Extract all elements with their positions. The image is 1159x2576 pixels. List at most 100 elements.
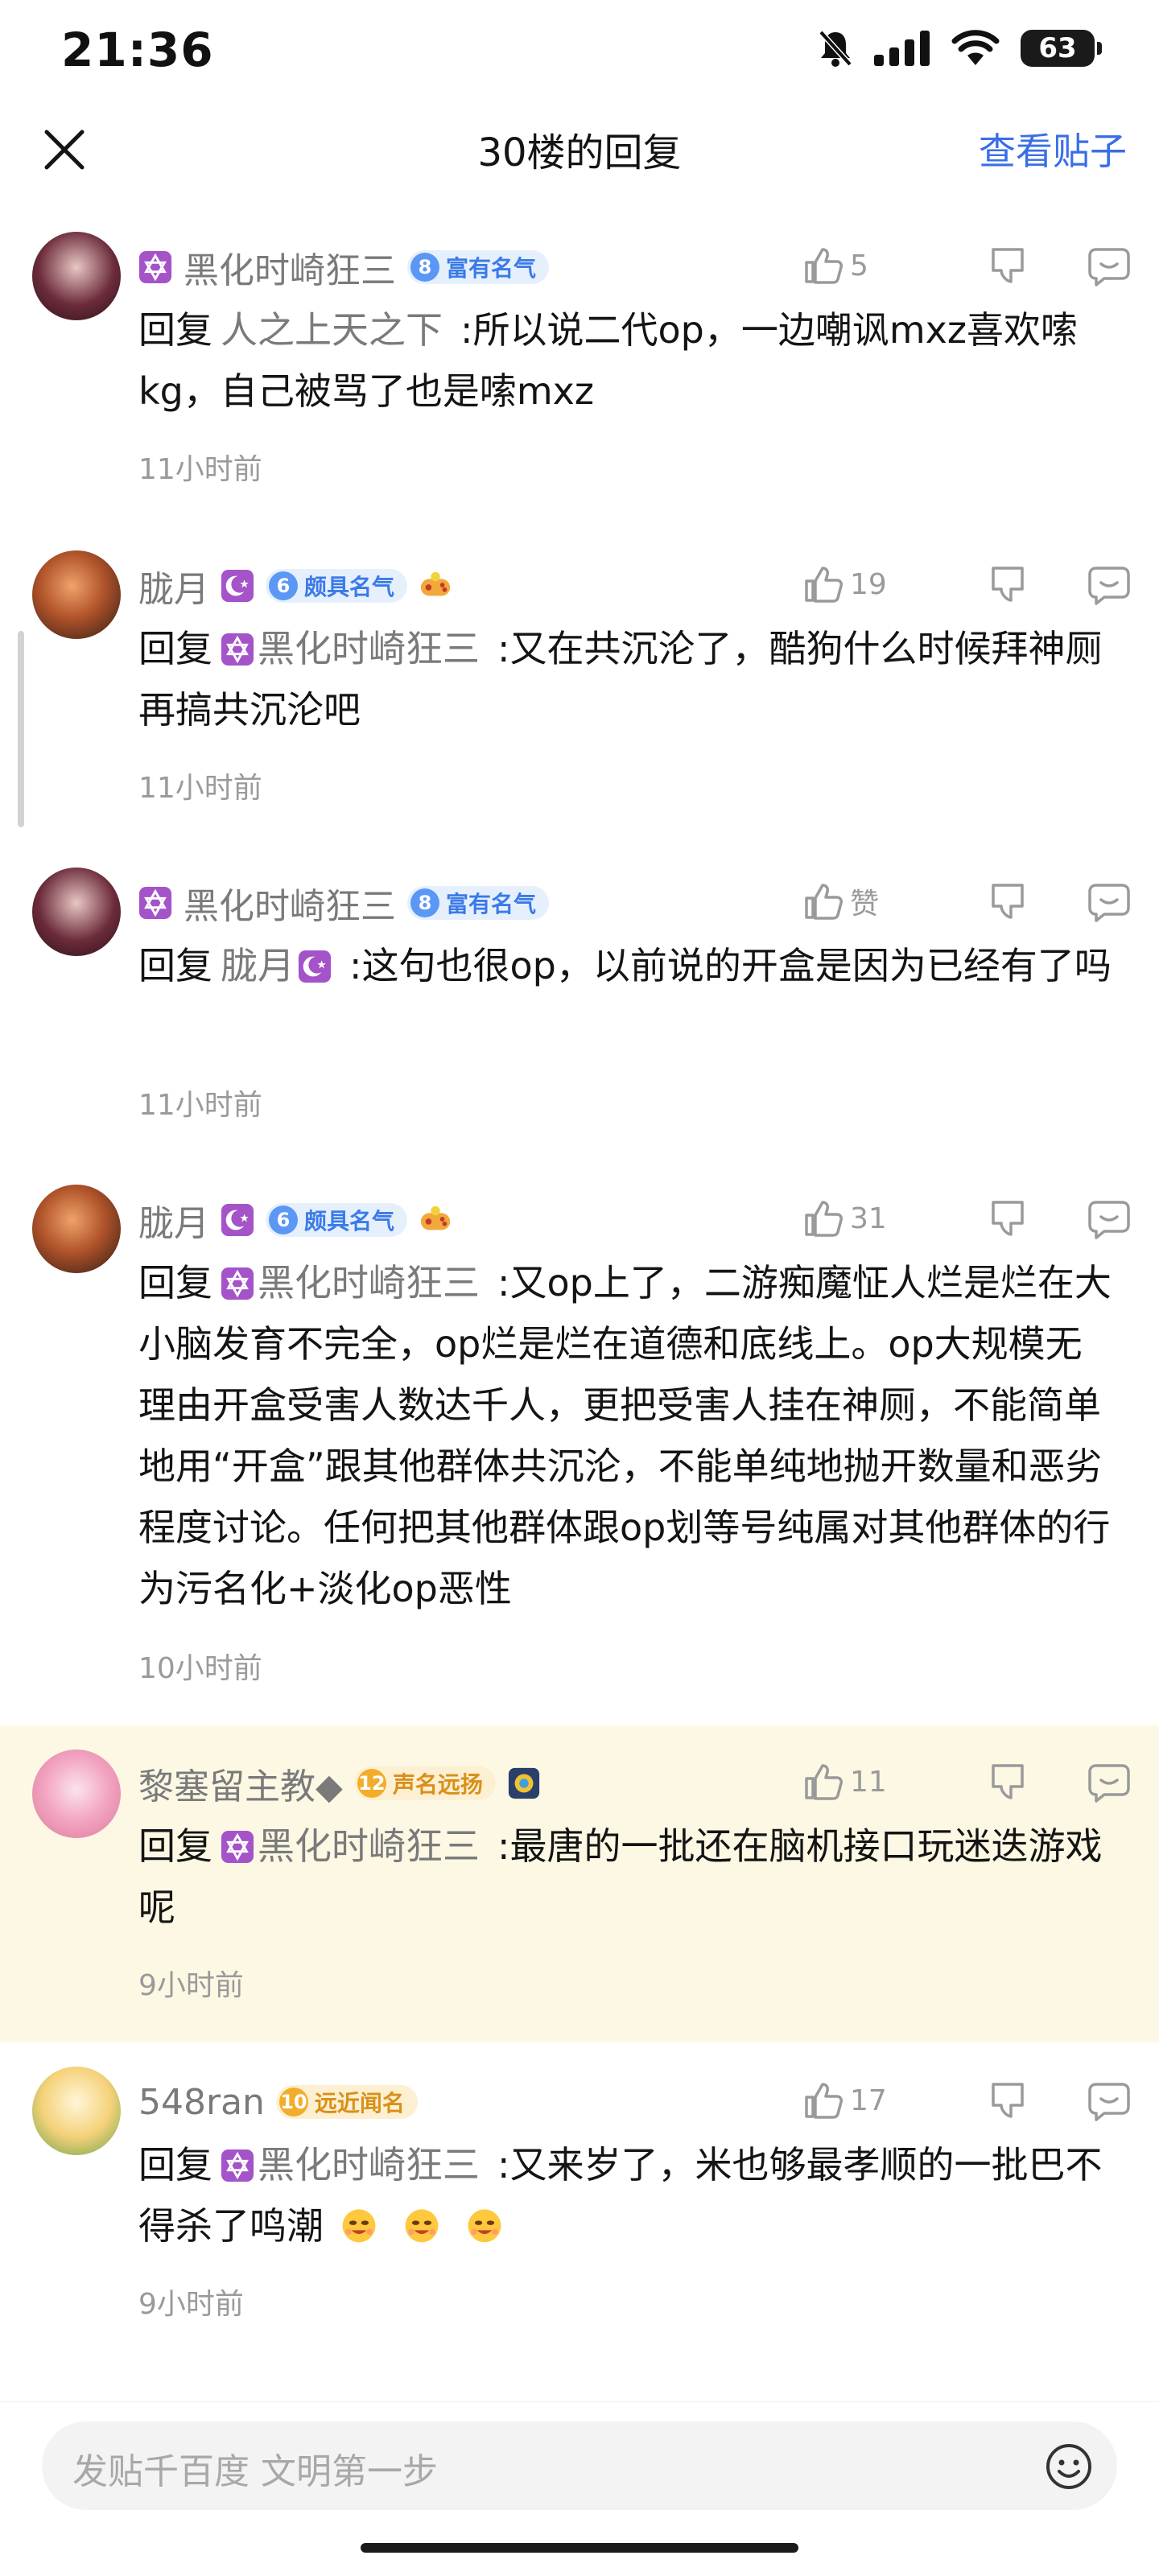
level-badge: 6 颇具名气 <box>266 1203 408 1237</box>
like-count: 5 <box>850 249 868 282</box>
comment-time: 11小时前 <box>138 772 262 805</box>
like-button[interactable]: 5 <box>800 243 929 288</box>
nav-bar: 30楼的回复 查看贴子 <box>0 103 1159 200</box>
level-badge: 8 富有名气 <box>407 886 550 920</box>
like-button[interactable]: 赞 <box>800 879 929 924</box>
signal-icon <box>874 31 930 66</box>
comment-icon[interactable] <box>1087 2078 1132 2123</box>
reply-to-user[interactable]: 人之上天之下 <box>221 308 443 352</box>
comment-actions: 赞 <box>800 879 1132 924</box>
battery-indicator: 63 <box>1021 30 1102 67</box>
username[interactable]: 胧月 <box>138 1194 209 1246</box>
like-count: 17 <box>850 2083 887 2117</box>
dislike-icon[interactable] <box>985 879 1030 924</box>
status-bar: 21:36 63 <box>0 0 1159 103</box>
level-number: 12 <box>357 1769 386 1798</box>
thumb-up-icon <box>800 1759 845 1804</box>
comment-item[interactable]: 黑化时崎狂三 8 富有名气 赞 回复 胧月 :这句也很op，以前说的开盒是因为已经有… <box>0 845 1159 1151</box>
comment-item[interactable]: 胧月 6 颇具名气 19 回复 黑化时崎狂三:又在共沉沦了，酷狗什么时候拜神厕再搞… <box>0 528 1159 834</box>
level-title: 富有名气 <box>446 255 537 282</box>
like-count: 赞 <box>850 888 880 921</box>
comment-header: 胧月 6 颇具名气 <box>138 1196 452 1244</box>
game-controller-icon <box>419 569 452 603</box>
comment-actions: 5 <box>800 243 1132 288</box>
comment-item[interactable]: 胧月 6 颇具名气 31 回复 黑化时崎狂三:又op上了，二游痴魔怔人烂是烂在大小… <box>0 1162 1159 1709</box>
avatar[interactable] <box>32 868 121 956</box>
reply-prefix: 回复 <box>138 1261 212 1304</box>
thumb-up-icon <box>800 2078 845 2123</box>
reply-prefix: 回复 <box>138 944 212 987</box>
wifi-icon <box>951 30 1000 65</box>
like-button[interactable]: 19 <box>800 562 929 607</box>
reply-prefix: 回复 <box>138 1824 212 1868</box>
reply-to-user[interactable]: 黑化时崎狂三 <box>221 627 480 670</box>
level-number: 6 <box>269 571 298 600</box>
avatar[interactable] <box>32 550 121 639</box>
comment-icon[interactable] <box>1087 243 1132 288</box>
reply-input[interactable]: 发贴千百度 文明第一步 <box>42 2421 1117 2510</box>
comment-icon[interactable] <box>1087 1759 1132 1804</box>
input-placeholder: 发贴千百度 文明第一步 <box>72 2451 438 2492</box>
comment-content: :又op上了，二游痴魔怔人烂是烂在大小脑发育不完全，op烂是烂在道德和底线上。o… <box>138 1261 1112 1610</box>
avatar[interactable] <box>32 1750 121 1838</box>
reply-to-user[interactable]: 黑化时崎狂三 <box>221 1261 480 1304</box>
crescent-star-icon <box>298 950 332 983</box>
avatar[interactable] <box>32 1185 121 1273</box>
comment-text: 回复 黑化时崎狂三:又op上了，二游痴魔怔人烂是烂在大小脑发育不完全，op烂是烂在… <box>138 1252 1117 1619</box>
comment-text: 回复 黑化时崎狂三:又在共沉沦了，酷狗什么时候拜神厕再搞共沉沦吧 <box>138 618 1117 740</box>
like-count: 11 <box>850 1765 887 1799</box>
comment-time: 9小时前 <box>138 2288 244 2321</box>
username[interactable]: 胧月 <box>138 560 209 612</box>
username[interactable]: 黎塞留主教◆ <box>138 1758 343 1809</box>
dislike-icon[interactable] <box>985 243 1030 288</box>
thumb-up-icon <box>800 1196 845 1241</box>
comment-item[interactable]: 黑化时崎狂三 8 富有名气 5 回复 人之上天之下:所以说二代op，一边嘲讽mxz… <box>0 209 1159 515</box>
level-title: 颇具名气 <box>304 574 395 600</box>
level-title: 富有名气 <box>446 891 537 917</box>
like-button[interactable]: 17 <box>800 2078 929 2123</box>
star-of-david-icon <box>138 250 172 284</box>
comment-icon[interactable] <box>1087 562 1132 607</box>
reply-to-user[interactable]: 黑化时崎狂三 <box>221 2143 480 2187</box>
comment-actions: 31 <box>800 1196 1132 1241</box>
level-badge: 12 声名远扬 <box>353 1766 496 1800</box>
level-number: 10 <box>278 2088 308 2116</box>
comment-icon[interactable] <box>1087 1196 1132 1241</box>
laughing-emoji-icon <box>464 2203 505 2245</box>
emoji-icon[interactable] <box>1043 2441 1095 2492</box>
like-button[interactable]: 11 <box>800 1759 929 1804</box>
comment-item[interactable]: 黎塞留主教◆ 12 声名远扬 11 回复 黑化时崎狂三:最唐的一批还在脑机接口玩迷… <box>0 1725 1159 2042</box>
thumb-up-icon <box>800 562 845 607</box>
status-time: 21:36 <box>61 23 214 77</box>
dislike-icon[interactable] <box>985 562 1030 607</box>
reply-to-user[interactable]: 胧月 <box>221 944 332 987</box>
laughing-emoji-icon <box>338 2203 380 2245</box>
game-controller-icon <box>419 1203 452 1237</box>
avatar[interactable] <box>32 2067 121 2155</box>
crescent-star-icon <box>221 569 254 603</box>
mute-bell-icon <box>819 30 852 67</box>
dislike-icon[interactable] <box>985 2078 1030 2123</box>
avatar[interactable] <box>32 232 121 320</box>
username[interactable]: 548ran <box>138 2082 265 2123</box>
comment-item[interactable]: 548ran 10 远近闻名 17 回复 黑化时崎狂三:又来岁了，米也够最孝顺的一… <box>0 2044 1159 2366</box>
comment-content: :这句也很op，以前说的开盒是因为已经有了吗 <box>349 944 1112 987</box>
comment-header: 548ran 10 远近闻名 <box>138 2078 418 2126</box>
comment-header: 黎塞留主教◆ 12 声名远扬 <box>138 1759 541 1807</box>
username[interactable]: 黑化时崎狂三 <box>184 877 396 929</box>
comment-time: 11小时前 <box>138 1089 262 1122</box>
thumb-up-icon <box>800 879 845 924</box>
dislike-icon[interactable] <box>985 1759 1030 1804</box>
comment-actions: 19 <box>800 562 1132 607</box>
thumb-up-icon <box>800 243 845 288</box>
username[interactable]: 黑化时崎狂三 <box>184 241 396 293</box>
level-number: 6 <box>269 1206 298 1234</box>
home-indicator[interactable] <box>361 2543 798 2553</box>
reply-to-user[interactable]: 黑化时崎狂三 <box>221 1824 480 1868</box>
dislike-icon[interactable] <box>985 1196 1030 1241</box>
comment-header: 黑化时崎狂三 8 富有名气 <box>138 241 550 293</box>
laughing-emoji-icon <box>401 2203 443 2245</box>
view-post-link[interactable]: 查看贴子 <box>979 122 1127 175</box>
comment-icon[interactable] <box>1087 879 1132 924</box>
like-button[interactable]: 31 <box>800 1196 929 1241</box>
